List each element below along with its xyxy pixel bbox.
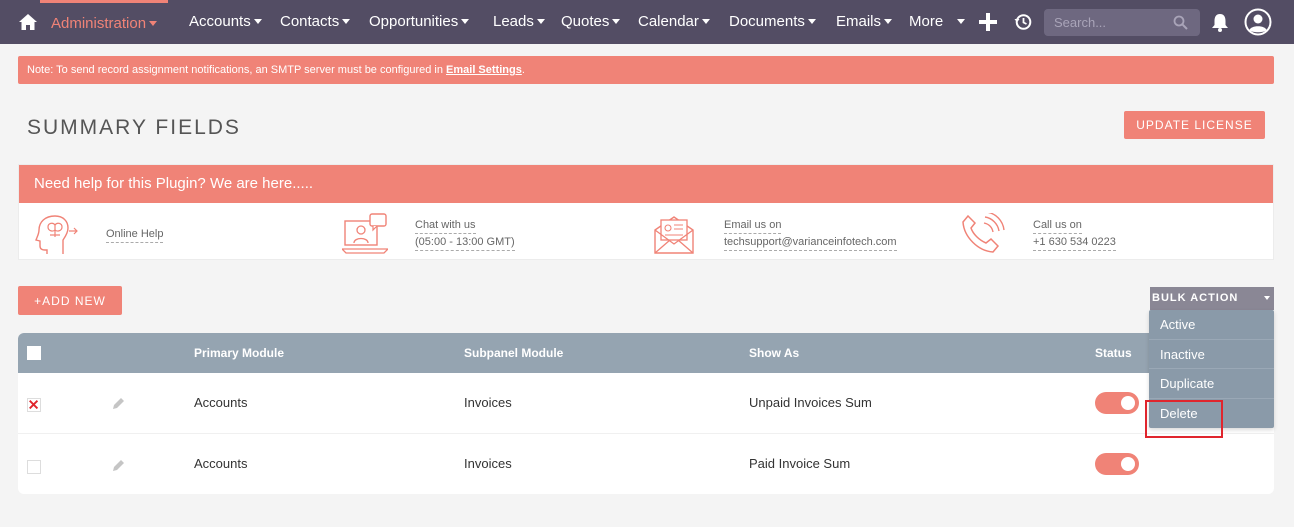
help-line: Chat with us bbox=[415, 217, 476, 234]
search-icon[interactable] bbox=[1173, 15, 1188, 30]
nav-label: Leads bbox=[493, 13, 534, 30]
help-line: Email us on bbox=[724, 217, 782, 234]
chevron-down-icon bbox=[612, 19, 621, 24]
chevron-down-icon bbox=[461, 19, 470, 24]
chevron-down-icon bbox=[536, 19, 545, 24]
chevron-down-icon bbox=[807, 19, 816, 24]
table-row: Accounts Invoices Unpaid Invoices Sum bbox=[18, 373, 1274, 433]
nav-label: Administration bbox=[51, 15, 147, 32]
row-checkbox-checked[interactable] bbox=[27, 398, 41, 412]
home-icon[interactable] bbox=[18, 12, 38, 32]
smtp-notice: Note: To send record assignment notifica… bbox=[18, 56, 1274, 84]
chat-icon bbox=[342, 213, 388, 254]
pencil-icon[interactable] bbox=[112, 397, 125, 410]
help-line: Call us on bbox=[1033, 217, 1082, 234]
nav-quotes[interactable]: Quotes bbox=[561, 0, 621, 44]
bulk-action-label: BULK ACTION bbox=[1152, 292, 1239, 304]
status-toggle[interactable] bbox=[1095, 392, 1139, 414]
help-online[interactable]: Online Help bbox=[33, 213, 164, 255]
help-line: Online Help bbox=[106, 226, 164, 243]
chevron-down-icon bbox=[884, 19, 893, 24]
add-new-button[interactable]: +ADD NEW bbox=[18, 286, 122, 315]
brain-icon bbox=[35, 215, 78, 254]
header-show-as[interactable]: Show As bbox=[749, 333, 799, 373]
help-line: (05:00 - 13:00 GMT) bbox=[415, 234, 515, 251]
help-line: techsupport@varianceinfotech.com bbox=[724, 234, 897, 251]
top-nav: Administration Accounts Contacts Opportu… bbox=[0, 0, 1294, 44]
help-chat[interactable]: Chat with us (05:00 - 13:00 GMT) bbox=[342, 213, 515, 255]
nav-label: Opportunities bbox=[369, 13, 459, 30]
nav-label: More bbox=[909, 13, 944, 30]
nav-contacts[interactable]: Contacts bbox=[280, 0, 351, 44]
nav-leads[interactable]: Leads bbox=[493, 0, 545, 44]
help-chat-text: Chat with us (05:00 - 13:00 GMT) bbox=[415, 217, 515, 251]
table-row: Accounts Invoices Paid Invoice Sum bbox=[18, 433, 1274, 493]
nav-opportunities[interactable]: Opportunities bbox=[369, 0, 470, 44]
nav-more[interactable]: More bbox=[909, 0, 966, 44]
cell-primary-module: Accounts bbox=[194, 456, 248, 471]
header-primary-module[interactable]: Primary Module bbox=[194, 333, 284, 373]
search-input[interactable] bbox=[1044, 9, 1164, 36]
nav-calendar[interactable]: Calendar bbox=[638, 0, 710, 44]
help-phone-text: Call us on +1 630 534 0223 bbox=[1033, 217, 1116, 251]
chevron-down-icon bbox=[342, 19, 351, 24]
select-all-checkbox[interactable] bbox=[27, 346, 41, 360]
nav-documents[interactable]: Documents bbox=[729, 0, 816, 44]
cell-subpanel-module: Invoices bbox=[464, 456, 512, 471]
chevron-down-icon bbox=[149, 21, 158, 26]
header-status[interactable]: Status bbox=[1095, 333, 1132, 373]
nav-label: Emails bbox=[836, 13, 882, 30]
nav-label: Contacts bbox=[280, 13, 340, 30]
bell-icon[interactable] bbox=[1211, 13, 1229, 32]
notice-text: Note: To send record assignment notifica… bbox=[27, 64, 447, 76]
menu-item-active[interactable]: Active bbox=[1149, 310, 1274, 340]
bulk-action-button[interactable]: BULK ACTION bbox=[1150, 287, 1274, 310]
status-toggle[interactable] bbox=[1095, 453, 1139, 475]
menu-item-duplicate[interactable]: Duplicate bbox=[1149, 369, 1274, 399]
nav-label: Quotes bbox=[561, 13, 610, 30]
notice-suffix: . bbox=[521, 64, 525, 76]
history-icon[interactable] bbox=[1014, 13, 1032, 31]
chevron-down-icon bbox=[1264, 296, 1270, 300]
user-icon[interactable] bbox=[1244, 8, 1272, 36]
update-license-button[interactable]: UPDATE LICENSE bbox=[1124, 111, 1265, 139]
search-box bbox=[1044, 9, 1200, 36]
check-x-icon bbox=[29, 400, 39, 410]
help-panel: Need help for this Plugin? We are here..… bbox=[18, 164, 1274, 260]
help-email[interactable]: Email us on techsupport@varianceinfotech… bbox=[651, 213, 897, 255]
cell-primary-module: Accounts bbox=[194, 395, 248, 410]
chevron-down-icon bbox=[701, 19, 710, 24]
email-settings-link[interactable]: Email Settings bbox=[446, 64, 522, 76]
help-online-text: Online Help bbox=[106, 226, 164, 243]
summary-fields-table: Primary Module Subpanel Module Show As S… bbox=[18, 333, 1274, 494]
page-title: SUMMARY FIELDS bbox=[27, 116, 241, 139]
cell-subpanel-module: Invoices bbox=[464, 395, 512, 410]
phone-icon bbox=[962, 213, 1005, 253]
help-email-text: Email us on techsupport@varianceinfotech… bbox=[724, 217, 897, 251]
plus-icon[interactable] bbox=[979, 13, 997, 31]
help-phone[interactable]: Call us on +1 630 534 0223 bbox=[960, 213, 1116, 255]
chevron-down-icon bbox=[253, 19, 262, 24]
nav-emails[interactable]: Emails bbox=[836, 0, 893, 44]
nav-accounts[interactable]: Accounts bbox=[189, 0, 262, 44]
help-header: Need help for this Plugin? We are here..… bbox=[19, 165, 1273, 203]
help-line: +1 630 534 0223 bbox=[1033, 234, 1116, 251]
email-icon bbox=[654, 216, 694, 254]
nav-label: Documents bbox=[729, 13, 805, 30]
nav-administration[interactable]: Administration bbox=[40, 0, 169, 44]
table-header: Primary Module Subpanel Module Show As S… bbox=[18, 333, 1274, 373]
pencil-icon[interactable] bbox=[112, 459, 125, 472]
delete-highlight-box bbox=[1145, 400, 1223, 438]
cell-show-as: Unpaid Invoices Sum bbox=[749, 395, 872, 410]
nav-label: Calendar bbox=[638, 13, 699, 30]
row-checkbox[interactable] bbox=[27, 460, 41, 474]
nav-label: Accounts bbox=[189, 13, 251, 30]
menu-item-inactive[interactable]: Inactive bbox=[1149, 340, 1274, 369]
chevron-down-icon bbox=[957, 19, 966, 24]
cell-show-as: Paid Invoice Sum bbox=[749, 456, 851, 471]
header-subpanel-module[interactable]: Subpanel Module bbox=[464, 333, 563, 373]
